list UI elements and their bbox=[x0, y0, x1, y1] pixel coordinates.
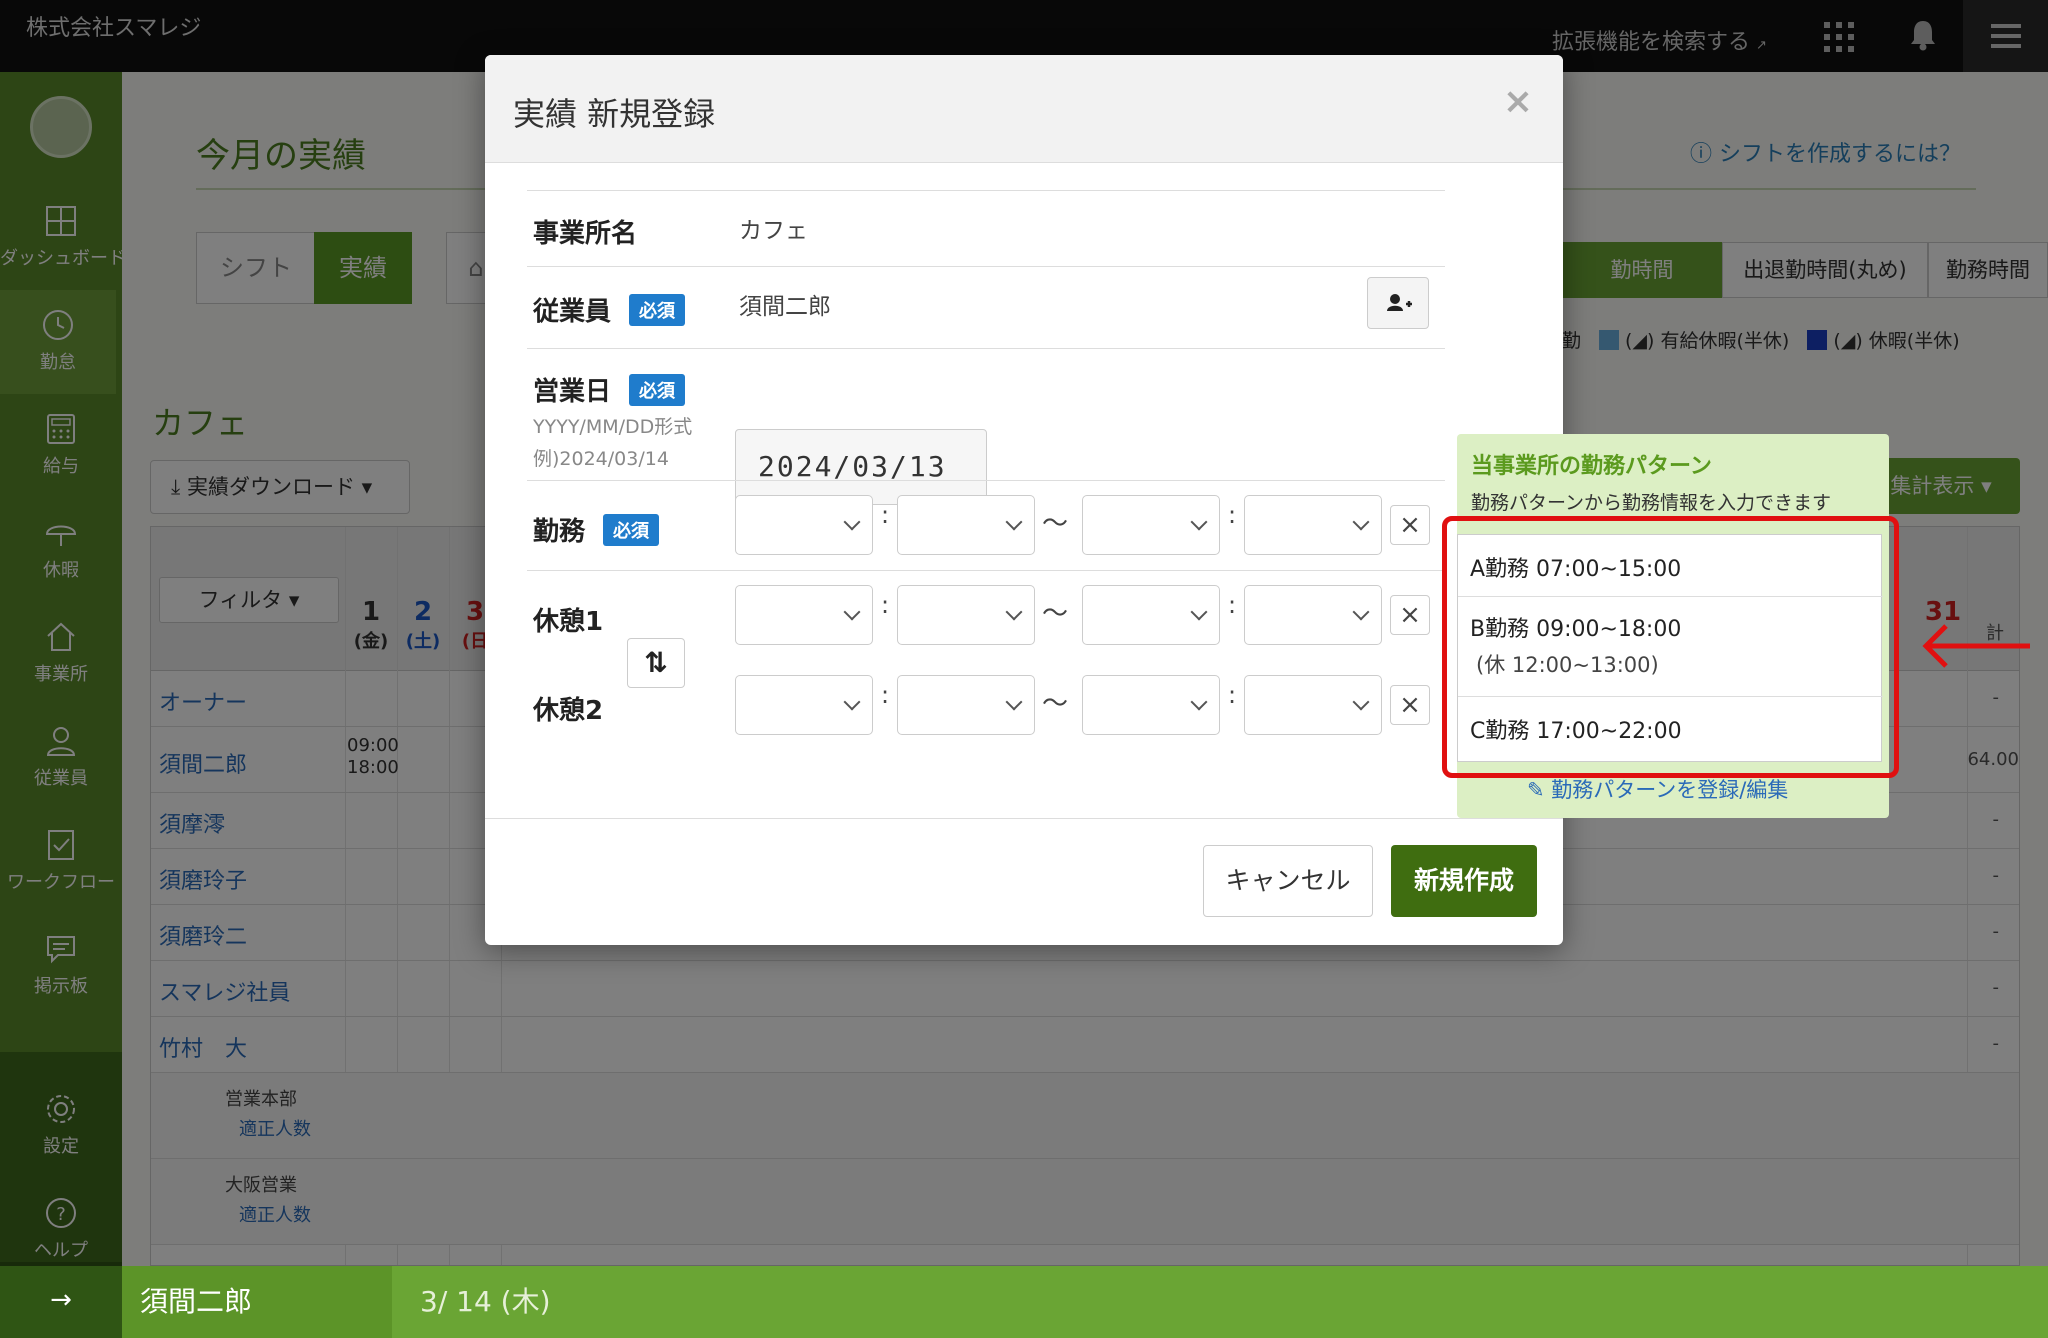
time-colon: : bbox=[1228, 591, 1237, 619]
break1-label: 休憩1 bbox=[533, 607, 604, 637]
modal-title: 実績 新規登録 bbox=[513, 95, 716, 133]
time-colon: : bbox=[1228, 501, 1237, 529]
work-label-text: 勤務 bbox=[533, 517, 586, 547]
date-label: 営業日 必須 bbox=[533, 371, 686, 408]
date-label-text: 営業日 bbox=[533, 377, 612, 407]
left-arrow-icon bbox=[1922, 624, 2030, 668]
date-example-hint: 例)2024/03/14 bbox=[533, 448, 669, 470]
time-colon: : bbox=[881, 501, 890, 529]
clear-break1-button[interactable]: × bbox=[1390, 595, 1430, 635]
new-record-modal: 実績 新規登録 × 事業所名 カフェ 従業員 必須 須間二郎 営業日 必須 YYYY… bbox=[485, 55, 1563, 945]
highlight-box bbox=[1442, 516, 1899, 778]
break2-end-minute-select[interactable] bbox=[1244, 675, 1382, 735]
sidebar-expand-button[interactable]: → bbox=[0, 1262, 122, 1338]
edit-pattern-label: 勤務パターンを登録/編集 bbox=[1551, 778, 1789, 802]
close-icon[interactable]: × bbox=[1503, 81, 1533, 122]
date-format-hint: YYYY/MM/DD形式 bbox=[533, 416, 693, 438]
work-start-hour-select[interactable] bbox=[735, 495, 873, 555]
status-date: 3/ 14 (木) bbox=[420, 1285, 551, 1318]
time-range-separator: 〜 bbox=[1042, 599, 1069, 629]
break2-start-hour-select[interactable] bbox=[735, 675, 873, 735]
employee-label: 従業員 必須 bbox=[533, 291, 686, 328]
clear-break2-button[interactable]: × bbox=[1390, 685, 1430, 725]
modal-footer-divider bbox=[485, 818, 1563, 819]
pencil-icon: ✎ bbox=[1527, 778, 1552, 802]
break1-end-hour-select[interactable] bbox=[1082, 585, 1220, 645]
status-bar: 須間二郎 3/ 14 (木) bbox=[122, 1266, 2048, 1338]
required-badge: 必須 bbox=[629, 294, 686, 326]
add-employee-button[interactable] bbox=[1367, 277, 1429, 329]
work-label: 勤務 必須 bbox=[533, 511, 660, 548]
office-value: カフェ bbox=[739, 218, 808, 244]
modal-header: 実績 新規登録 × bbox=[485, 55, 1563, 163]
break1-start-hour-select[interactable] bbox=[735, 585, 873, 645]
user-plus-icon bbox=[1387, 294, 1412, 311]
employee-label-text: 従業員 bbox=[533, 297, 612, 327]
cancel-button[interactable]: キャンセル bbox=[1203, 845, 1373, 917]
work-end-hour-select[interactable] bbox=[1082, 495, 1220, 555]
work-end-minute-select[interactable] bbox=[1244, 495, 1382, 555]
office-row: 事業所名 カフェ bbox=[527, 190, 1445, 266]
employee-row: 従業員 必須 須間二郎 bbox=[527, 266, 1445, 348]
time-range-separator: 〜 bbox=[1042, 689, 1069, 719]
break2-label: 休憩2 bbox=[533, 696, 604, 726]
break1-start-minute-select[interactable] bbox=[897, 585, 1035, 645]
edit-pattern-link[interactable]: ✎ 勤務パターンを登録/編集 bbox=[1527, 774, 1788, 804]
status-employee: 須間二郎 bbox=[122, 1266, 392, 1338]
pattern-title: 当事業所の勤務パターン bbox=[1471, 454, 1712, 479]
break1-end-minute-select[interactable] bbox=[1244, 585, 1382, 645]
time-colon: : bbox=[881, 591, 890, 619]
swap-arrows-icon: ⇅ bbox=[644, 646, 668, 679]
office-label: 事業所名 bbox=[533, 219, 638, 249]
required-badge: 必須 bbox=[629, 374, 686, 406]
employee-value: 須間二郎 bbox=[739, 294, 831, 320]
time-range-separator: 〜 bbox=[1042, 509, 1069, 539]
swap-breaks-button[interactable]: ⇅ bbox=[627, 638, 685, 688]
time-colon: : bbox=[881, 681, 890, 709]
clear-work-button[interactable]: × bbox=[1390, 505, 1430, 545]
time-colon: : bbox=[1228, 681, 1237, 709]
required-badge: 必須 bbox=[603, 514, 660, 546]
break2-end-hour-select[interactable] bbox=[1082, 675, 1220, 735]
work-start-minute-select[interactable] bbox=[897, 495, 1035, 555]
pattern-description: 勤務パターンから勤務情報を入力できます bbox=[1471, 492, 1832, 514]
create-button[interactable]: 新規作成 bbox=[1391, 845, 1537, 917]
break2-start-minute-select[interactable] bbox=[897, 675, 1035, 735]
